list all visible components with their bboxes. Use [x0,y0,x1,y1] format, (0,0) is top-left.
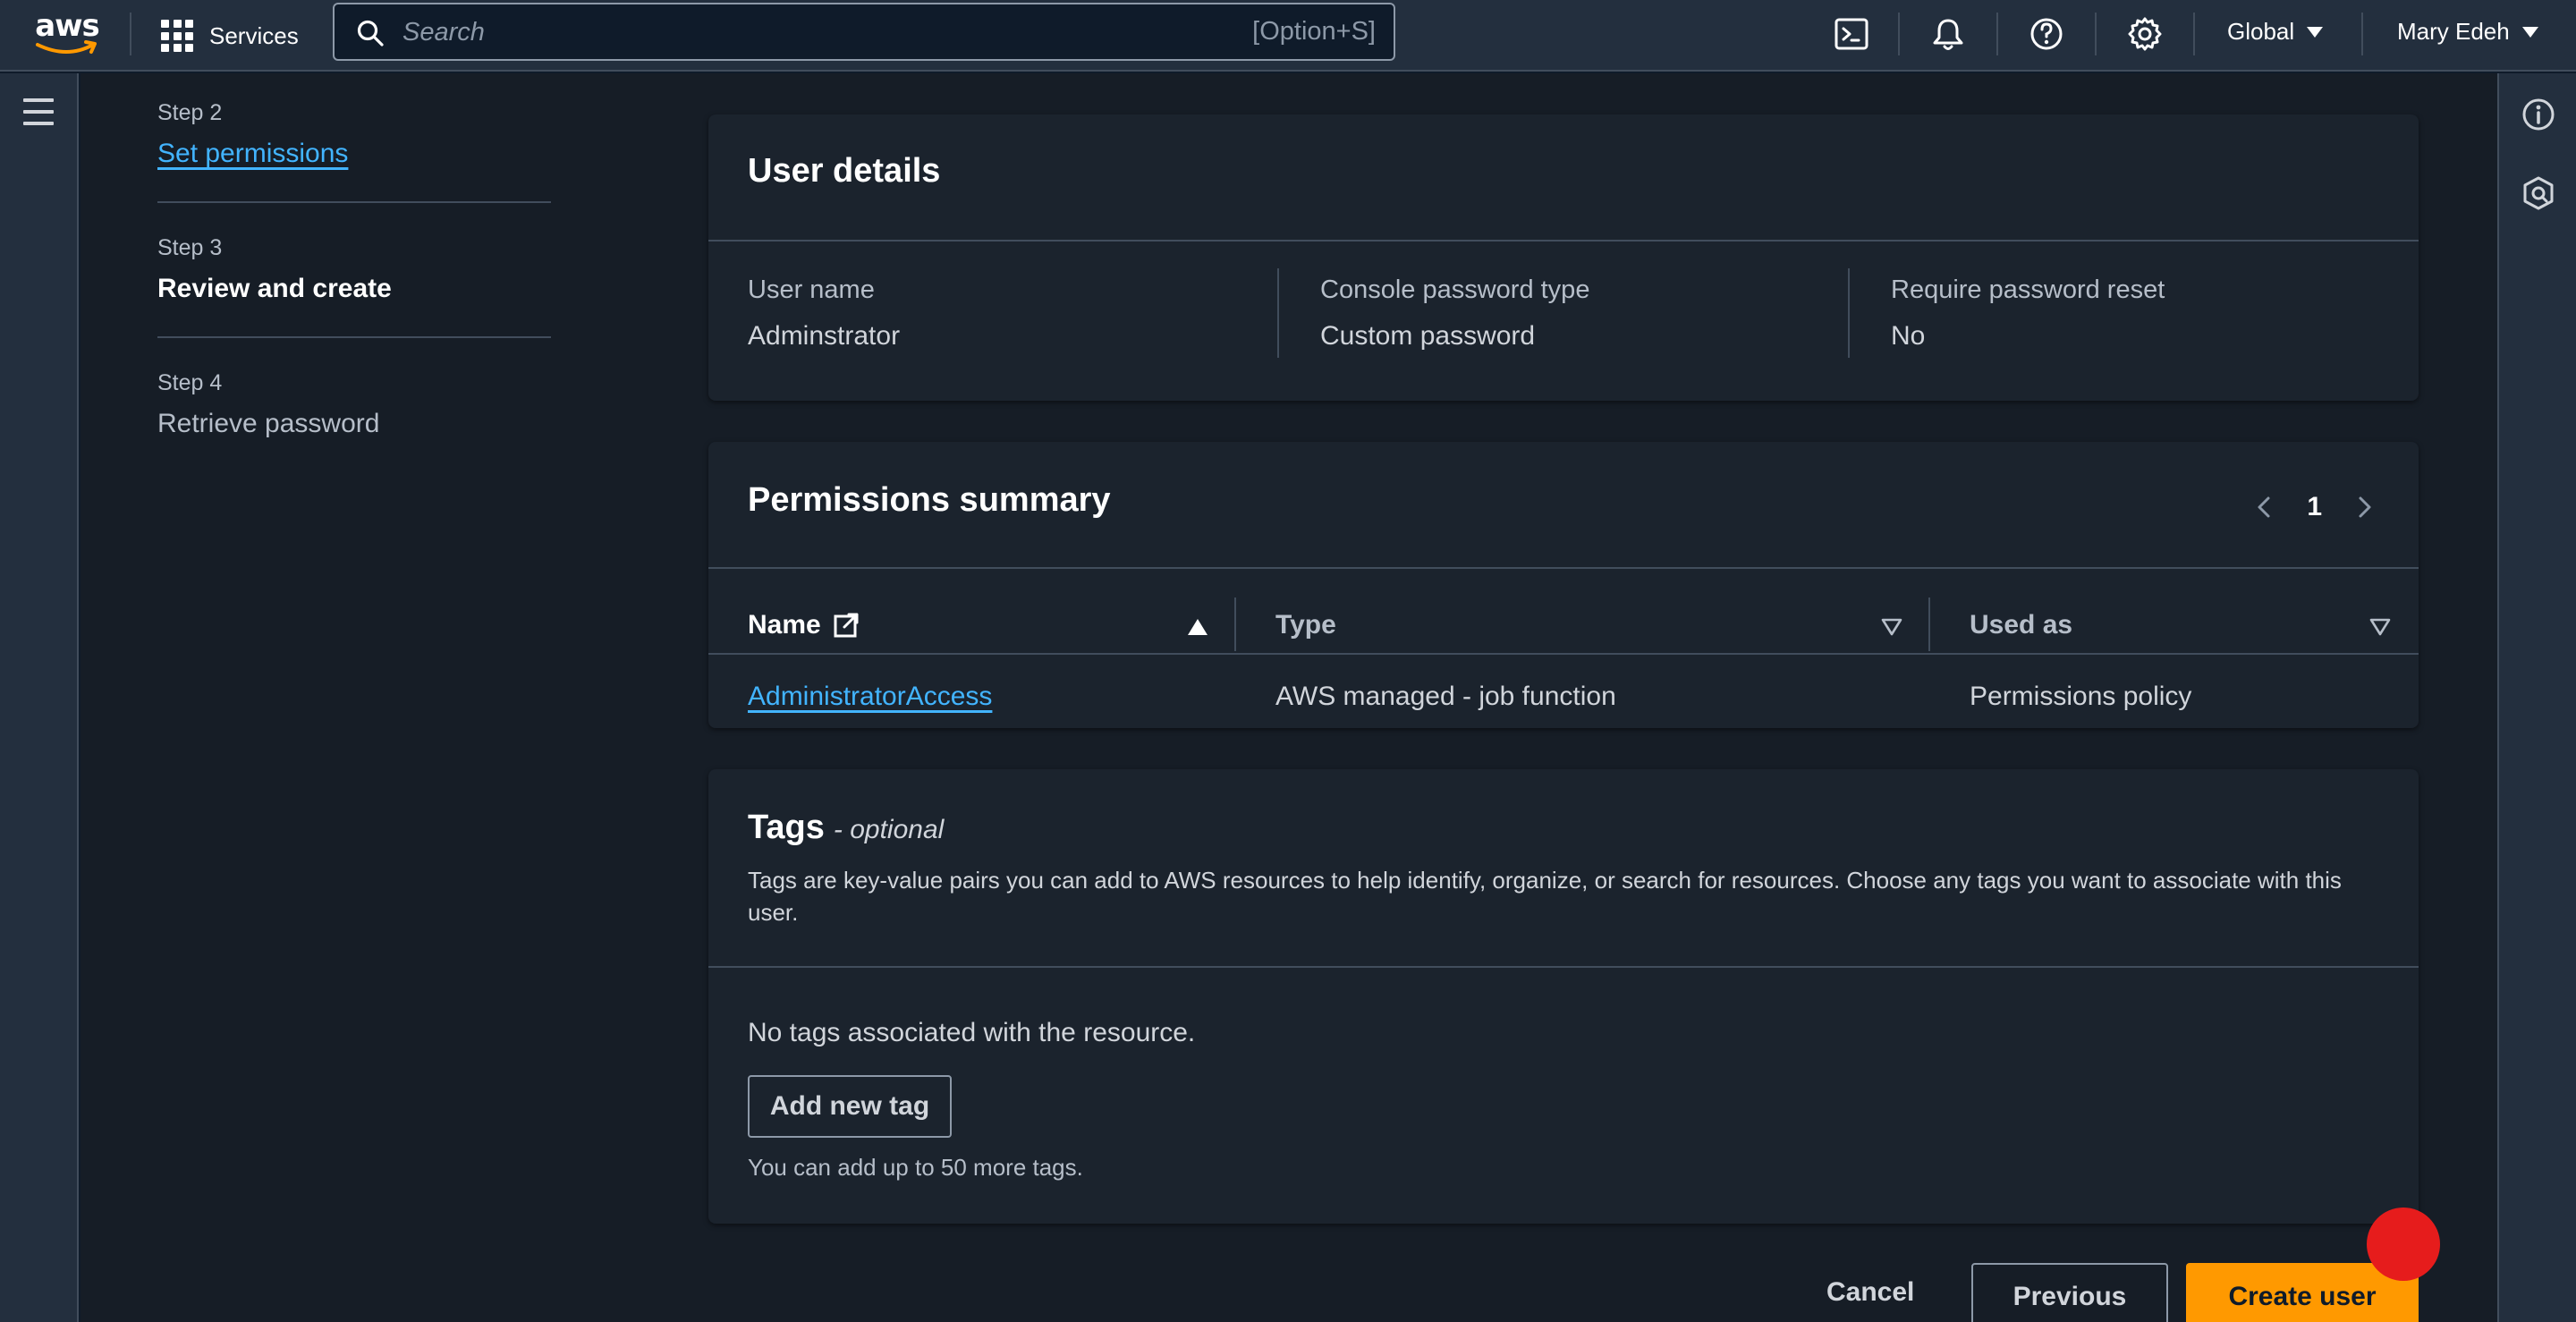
permissions-summary-panel: Permissions summary 1 Name Type Used as … [708,442,2419,728]
detail-value: Adminstrator [748,321,901,351]
cloudshell-icon[interactable] [1832,14,1871,54]
page-number[interactable]: 1 [2307,492,2322,522]
aws-logo-text: aws [35,8,100,44]
info-icon[interactable] [2517,93,2560,136]
main-content: Step 2 Set permissions Step 3 Review and… [80,73,2497,1322]
table-header-divider [708,653,2419,655]
tags-limit-hint: You can add up to 50 more tags. [748,1154,1083,1181]
search-icon [357,20,384,47]
services-menu-button[interactable]: Services [161,13,299,59]
previous-button[interactable]: Previous [1971,1263,2168,1322]
detail-label: Require password reset [1891,275,2165,304]
nav-divider [2361,13,2363,55]
column-header-type[interactable]: Type [1275,603,1336,648]
add-new-tag-button[interactable]: Add new tag [748,1075,952,1138]
column-header-name[interactable]: Name [748,603,860,648]
panel-heading: Permissions summary [748,481,1111,519]
nav-divider [1996,13,1998,55]
column-divider [1928,597,1930,651]
step-number: Step 2 [157,100,223,125]
nav-divider [1898,13,1900,55]
detail-value: No [1891,321,1926,351]
step-title-current: Review and create [157,274,392,303]
aws-logo[interactable]: aws [34,11,100,57]
notifications-bell-icon[interactable] [1928,14,1968,54]
sort-none-icon[interactable] [2368,617,2392,637]
services-grid-icon [161,20,193,52]
help-icon[interactable] [2027,14,2066,54]
policy-link-administratoraccess[interactable]: AdministratorAccess [748,682,992,712]
pagination: 1 [2251,492,2377,522]
detail-label: User name [748,275,875,304]
tags-empty-message: No tags associated with the resource. [748,1018,1196,1047]
account-name: Mary Edeh [2397,18,2510,45]
aws-smile-icon [36,40,97,54]
column-header-used-as[interactable]: Used as [1970,603,2072,648]
panel-heading: User details [748,152,941,190]
sort-ascending-icon[interactable] [1186,617,1209,637]
column-divider [1848,268,1850,358]
step-divider [157,201,551,203]
hamburger-menu-icon[interactable] [23,98,55,125]
top-navigation: aws Services [Option+S] [0,0,2576,72]
step-number: Step 4 [157,370,223,395]
region-selector[interactable]: Global [2227,18,2324,46]
detail-value: Custom password [1320,321,1536,351]
chevron-right-icon[interactable] [2351,494,2377,521]
left-side-rail [0,73,79,1322]
chevron-left-icon[interactable] [2251,494,2278,521]
panel-heading: Tags [748,809,825,846]
settings-gear-icon[interactable] [2125,14,2165,54]
search-input[interactable] [402,12,1208,53]
column-header-label: Used as [1970,610,2073,640]
step-title-disabled: Retrieve password [157,409,380,438]
wizard-step-4: Step 4 Retrieve password [157,370,551,439]
column-header-label: Type [1275,610,1336,640]
wizard-steps: Step 2 Set permissions Step 3 Review and… [157,100,551,439]
caret-down-icon [2307,26,2324,38]
detail-label: Console password type [1320,275,1590,304]
column-divider [1277,268,1279,358]
search-shortcut-hint: [Option+S] [1252,17,1376,46]
column-divider [1234,597,1236,651]
cancel-button[interactable]: Cancel [1826,1277,1914,1308]
detail-user-name: User name Adminstrator [748,275,900,352]
step-number: Step 3 [157,235,223,260]
wizard-step-2[interactable]: Step 2 Set permissions [157,100,551,169]
tags-description: Tags are key-value pairs you can add to … [748,867,2342,926]
nav-divider [130,13,131,55]
services-label: Services [209,21,299,49]
tags-panel: Tags - optional Tags are key-value pairs… [708,769,2419,1224]
feedback-hexagon-icon[interactable] [2517,172,2560,215]
region-label: Global [2227,18,2295,45]
step-divider [157,336,551,338]
panel-divider [708,240,2419,242]
account-menu[interactable]: Mary Edeh [2397,18,2538,46]
cursor-marker [2367,1208,2440,1281]
policy-used-as-cell: Permissions policy [1970,682,2192,711]
detail-password-type: Console password type Custom password [1320,275,1589,352]
search-bar[interactable]: [Option+S] [333,3,1395,61]
detail-password-reset: Require password reset No [1891,275,2165,352]
policy-type-cell: AWS managed - job function [1275,682,1616,711]
user-details-panel: User details User name Adminstrator Cons… [708,114,2419,401]
nav-divider [2193,13,2195,55]
caret-down-icon [2521,26,2538,38]
wizard-step-3: Step 3 Review and create [157,235,551,304]
tags-heading: Tags - optional [748,809,944,847]
panel-divider [708,567,2419,569]
external-link-icon [834,613,859,638]
sort-none-icon[interactable] [1880,617,1903,637]
right-side-rail [2497,73,2576,1322]
step-link-set-permissions[interactable]: Set permissions [157,139,348,169]
column-header-label: Name [748,610,821,640]
nav-divider [2095,13,2097,55]
optional-label: - optional [833,815,945,844]
panel-divider [708,966,2419,968]
